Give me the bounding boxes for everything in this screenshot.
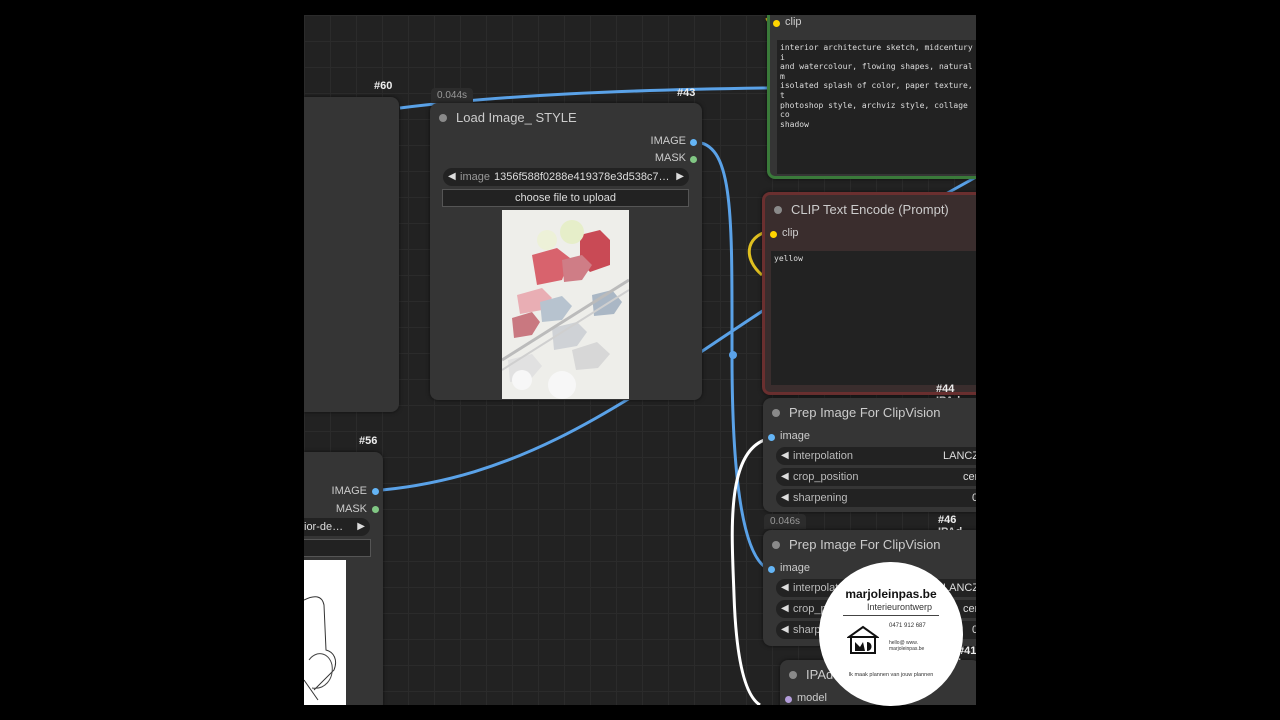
load-image-id: #43 bbox=[677, 87, 696, 99]
n56-output-image-label: IMAGE bbox=[331, 485, 367, 497]
prep1-w3-value: 0 bbox=[972, 492, 976, 504]
output-mask-port[interactable] bbox=[690, 156, 697, 163]
prep1-sharpening-widget[interactable]: ◀ sharpening 0 bbox=[776, 489, 976, 507]
n56-image-preview bbox=[304, 560, 346, 705]
prep1-image-label: image bbox=[780, 430, 810, 442]
right-arrow-icon[interactable]: ▶ bbox=[676, 168, 684, 186]
node-collapse-dot[interactable] bbox=[772, 409, 780, 417]
left-arrow-icon[interactable]: ◀ bbox=[781, 489, 789, 507]
logo-contact: hello@ www. marjoleinpas.be bbox=[889, 640, 939, 652]
left-arrow-icon[interactable]: ◀ bbox=[781, 447, 789, 465]
image-select-widget[interactable]: ◀ image 1356f588f0288e419378e3d538c7… ▶ bbox=[443, 168, 689, 186]
prep2-w3-value: 0 bbox=[972, 624, 976, 636]
choose-file-button[interactable]: choose file to upload bbox=[442, 189, 689, 207]
clip-encode-title[interactable]: CLIP Text Encode (Prompt) bbox=[765, 195, 976, 225]
n56-upload-button[interactable] bbox=[304, 539, 371, 557]
left-arrow-icon[interactable]: ◀ bbox=[781, 579, 789, 597]
clip-input-label: clip bbox=[782, 227, 799, 239]
node-collapse-dot[interactable] bbox=[789, 671, 797, 679]
left-arrow-icon[interactable]: ◀ bbox=[781, 468, 789, 486]
prep1-interpolation-widget[interactable]: ◀ interpolation LANCZ bbox=[776, 447, 976, 465]
isometric-city-thumbnail bbox=[502, 210, 629, 399]
model-input-port[interactable] bbox=[785, 696, 792, 703]
prep1-w2-label: crop_position bbox=[793, 471, 859, 483]
prep2-timing: 0.046s bbox=[764, 514, 807, 529]
load-image-node[interactable]: Load Image_ STYLE IMAGE MASK ◀ image 135… bbox=[430, 103, 702, 400]
node-collapse-dot[interactable] bbox=[439, 114, 447, 122]
left-arrow-icon[interactable]: ◀ bbox=[781, 621, 789, 639]
output-image-port[interactable] bbox=[690, 139, 697, 146]
prep1-image-input-port[interactable] bbox=[768, 434, 775, 441]
node-56[interactable]: IMAGE MASK ior-de… ▶ bbox=[304, 452, 383, 705]
node-60-id: #60 bbox=[374, 80, 393, 92]
n56-output-mask-label: MASK bbox=[335, 503, 367, 515]
node-collapse-dot[interactable] bbox=[774, 206, 782, 214]
prep1-w3-label: sharpening bbox=[793, 492, 848, 504]
positive-prompt-node[interactable]: clip interior architecture sketch, midce… bbox=[767, 15, 976, 179]
prep1-w2-value: cen bbox=[963, 471, 976, 483]
prep1-w1-label: interpolation bbox=[793, 450, 853, 462]
n56-widget-value: ior-de… bbox=[304, 521, 344, 533]
prep2-title[interactable]: Prep Image For ClipVision bbox=[763, 530, 976, 560]
n56-select-widget[interactable]: ior-de… ▶ bbox=[304, 518, 370, 536]
left-arrow-icon[interactable]: ◀ bbox=[448, 168, 456, 186]
wire-load-image-out bbox=[693, 140, 773, 572]
clip-text-encode-node[interactable]: CLIP Text Encode (Prompt) clip yellow bbox=[762, 192, 976, 395]
brand-logo-watermark: marjoleinpas.be Interieurontwerp 0471 91… bbox=[819, 562, 963, 706]
prep2-image-input-port[interactable] bbox=[768, 566, 775, 573]
logo-phone: 0471 912 687 bbox=[889, 623, 926, 629]
output-image-label: IMAGE bbox=[650, 135, 686, 147]
prep1-crop-widget[interactable]: ◀ crop_position cen bbox=[776, 468, 976, 486]
image-widget-label: image bbox=[460, 171, 490, 183]
node-60[interactable] bbox=[304, 97, 399, 412]
house-logo-icon bbox=[847, 625, 879, 654]
sketch-thumbnail bbox=[304, 596, 337, 701]
left-arrow-icon[interactable]: ◀ bbox=[781, 600, 789, 618]
n56-output-image-port[interactable] bbox=[372, 488, 379, 495]
green-clip-input-label: clip bbox=[785, 16, 802, 28]
output-mask-label: MASK bbox=[654, 152, 686, 164]
node-56-id: #56 bbox=[359, 435, 378, 447]
logo-divider bbox=[843, 615, 939, 616]
positive-prompt-textarea[interactable]: interior architecture sketch, midcentury… bbox=[777, 40, 976, 174]
image-preview bbox=[502, 210, 629, 399]
node-collapse-dot[interactable] bbox=[772, 541, 780, 549]
logo-subtitle: Interieurontwerp bbox=[867, 602, 933, 612]
prep1-w1-value: LANCZ bbox=[943, 450, 976, 462]
prompt-textarea[interactable]: yellow bbox=[771, 251, 976, 385]
n56-output-mask-port[interactable] bbox=[372, 506, 379, 513]
prep2-w3-label: sharp bbox=[793, 624, 821, 636]
logo-tagline: Ik maak plannen van jouw plannen bbox=[848, 672, 934, 678]
prep-image-node-1[interactable]: Prep Image For ClipVision image ◀ interp… bbox=[763, 398, 976, 512]
green-clip-input-port[interactable] bbox=[773, 20, 780, 27]
prep1-title[interactable]: Prep Image For ClipVision bbox=[763, 398, 976, 428]
reroute-dot bbox=[729, 351, 737, 359]
logo-web-line: marjoleinpas.be bbox=[889, 646, 925, 652]
prep2-w2-value: cen bbox=[963, 603, 976, 615]
prep2-image-label: image bbox=[780, 562, 810, 574]
model-input-label: model bbox=[797, 692, 827, 704]
image-widget-value: 1356f588f0288e419378e3d538c7… bbox=[494, 171, 670, 183]
load-image-timing: 0.044s bbox=[431, 88, 474, 103]
logo-brand: marjoleinpas.be bbox=[845, 587, 937, 601]
clip-input-port[interactable] bbox=[770, 231, 777, 238]
right-arrow-icon[interactable]: ▶ bbox=[357, 518, 365, 536]
load-image-title[interactable]: Load Image_ STYLE bbox=[430, 103, 702, 133]
